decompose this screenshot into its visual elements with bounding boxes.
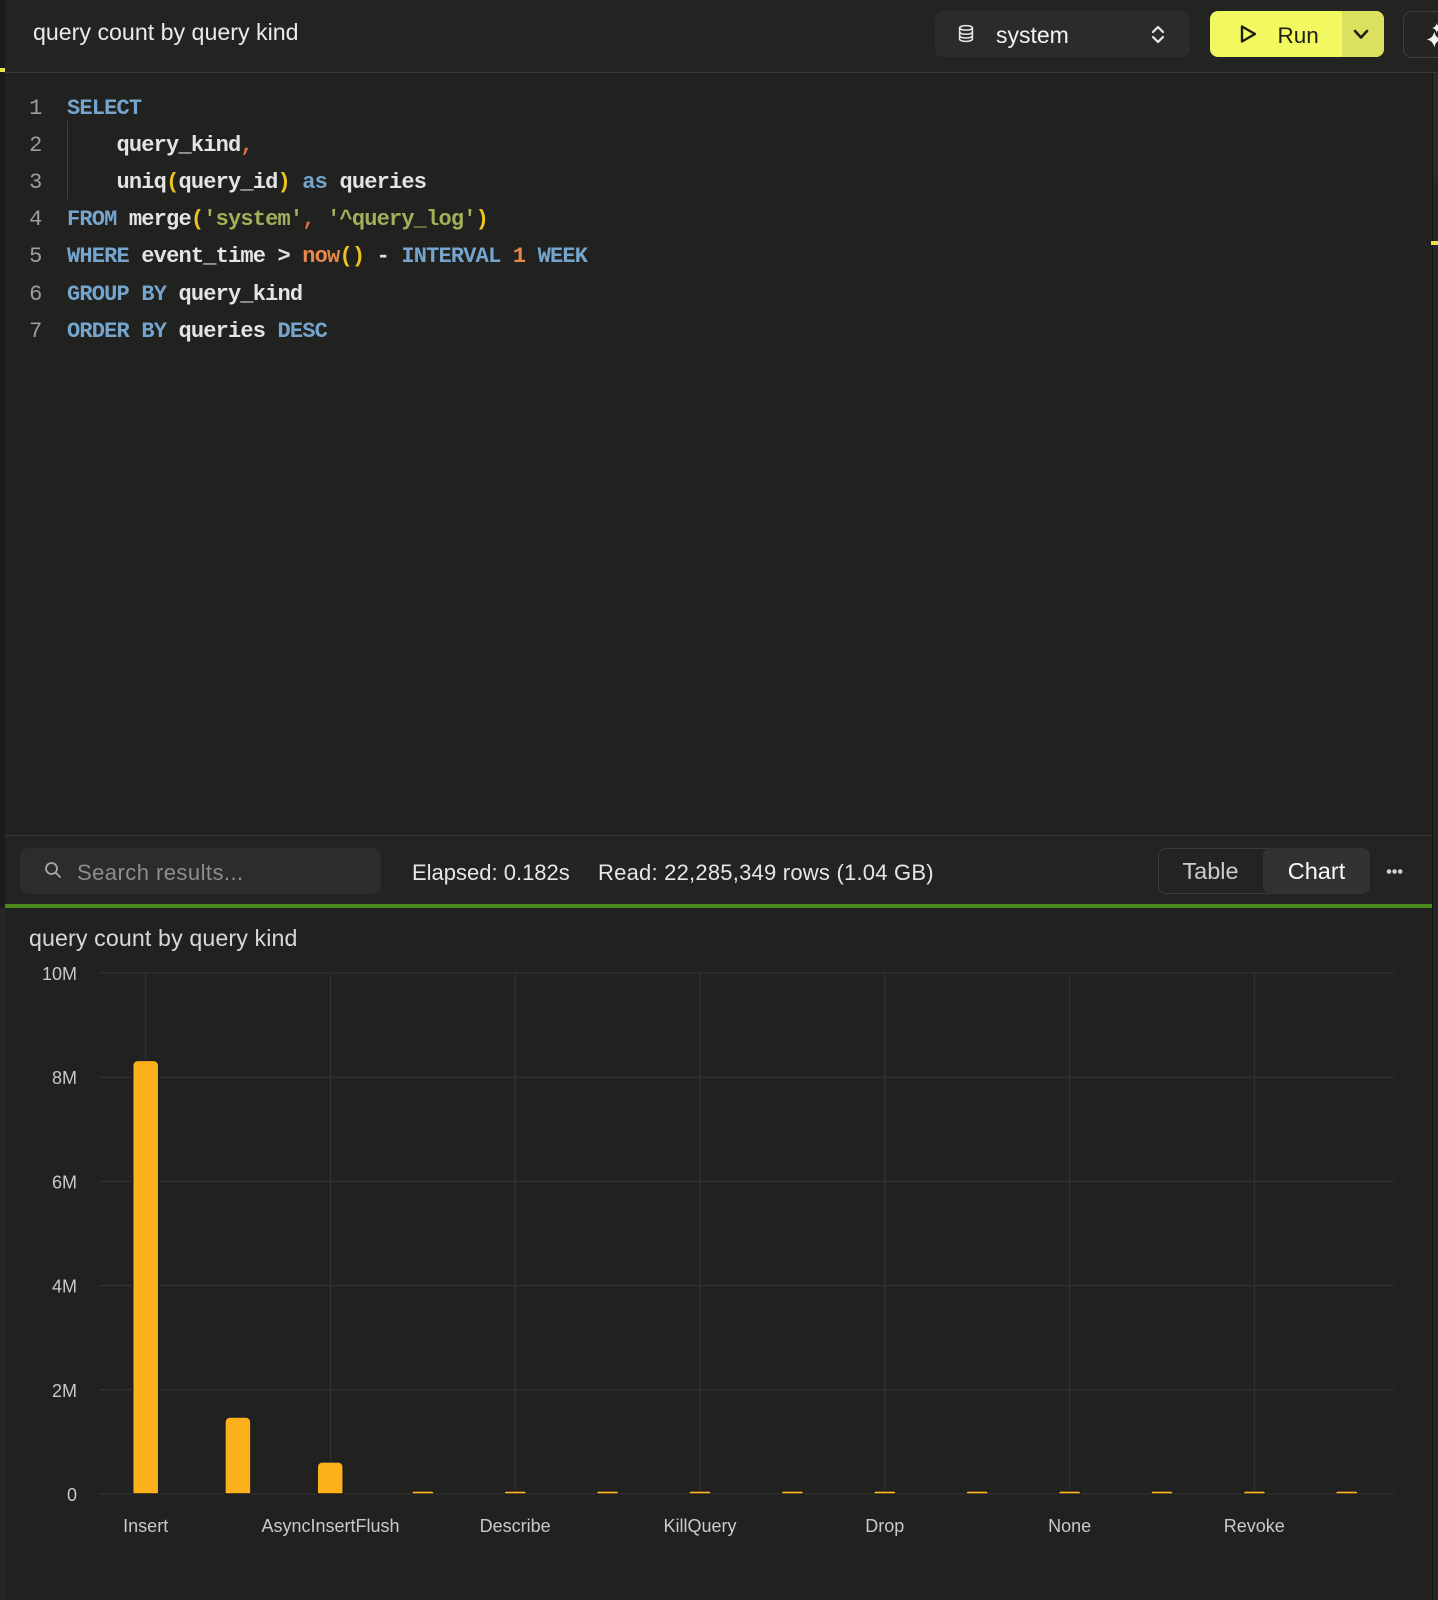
svg-text:0: 0: [67, 1485, 77, 1505]
svg-text:Drop: Drop: [865, 1516, 904, 1536]
svg-text:8M: 8M: [52, 1068, 77, 1088]
svg-text:AsyncInsertFlush: AsyncInsertFlush: [261, 1516, 399, 1536]
svg-text:KillQuery: KillQuery: [663, 1516, 736, 1536]
svg-text:4M: 4M: [52, 1277, 77, 1297]
svg-text:None: None: [1048, 1516, 1091, 1536]
svg-text:Insert: Insert: [123, 1516, 168, 1536]
svg-text:Revoke: Revoke: [1224, 1516, 1285, 1536]
svg-text:10M: 10M: [42, 964, 77, 984]
svg-text:Describe: Describe: [480, 1516, 551, 1536]
svg-text:6M: 6M: [52, 1172, 77, 1192]
svg-text:2M: 2M: [52, 1381, 77, 1401]
